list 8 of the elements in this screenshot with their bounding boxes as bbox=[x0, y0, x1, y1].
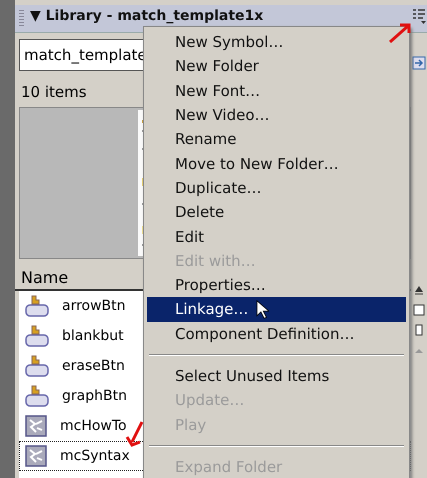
item-count: 10 items bbox=[21, 83, 87, 101]
item-name: eraseBtn bbox=[62, 358, 125, 374]
item-name: mcSyntax bbox=[60, 448, 130, 464]
item-name: blankbut bbox=[62, 328, 124, 344]
item-name: graphBtn bbox=[62, 388, 127, 404]
item-name: mcHowTo bbox=[60, 418, 127, 434]
panel-title: ▼ Library - match_template1x bbox=[30, 8, 264, 24]
item-name: arrowBtn bbox=[62, 298, 126, 314]
